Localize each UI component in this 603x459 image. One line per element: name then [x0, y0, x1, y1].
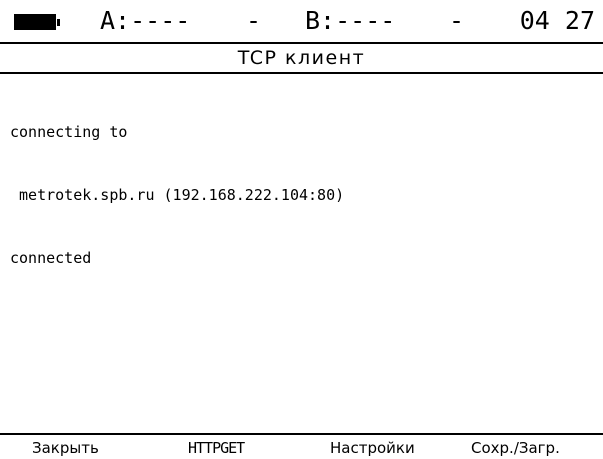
console-output: connecting to metrotek.spb.ru (192.168.2…: [10, 80, 595, 425]
close-button[interactable]: Закрыть: [32, 437, 99, 459]
device-screen: A:---- - B:---- - 04 27 TCP клиент conne…: [0, 0, 603, 459]
port-a-separator: -: [246, 6, 262, 35]
console-line: metrotek.spb.ru (192.168.222.104:80): [10, 186, 345, 204]
httpget-button[interactable]: HTTPGET: [188, 437, 245, 459]
status-bar: A:---- - B:---- - 04 27: [0, 0, 603, 44]
port-b-separator: -: [449, 6, 465, 35]
clock: 04 27: [519, 6, 595, 35]
page-title: TCP клиент: [237, 47, 366, 69]
port-b-status: B:----: [305, 6, 396, 35]
save-load-button[interactable]: Сохр./Загр.: [471, 437, 560, 459]
title-bar: TCP клиент: [0, 44, 603, 74]
softkey-bar: Закрыть HTTPGET Настройки Сохр./Загр.: [0, 433, 603, 459]
settings-button[interactable]: Настройки: [330, 437, 415, 459]
console-line: connecting to: [10, 123, 128, 141]
console-line: connected: [10, 249, 92, 267]
port-a-status: A:----: [100, 6, 191, 35]
battery-icon: [14, 14, 60, 30]
